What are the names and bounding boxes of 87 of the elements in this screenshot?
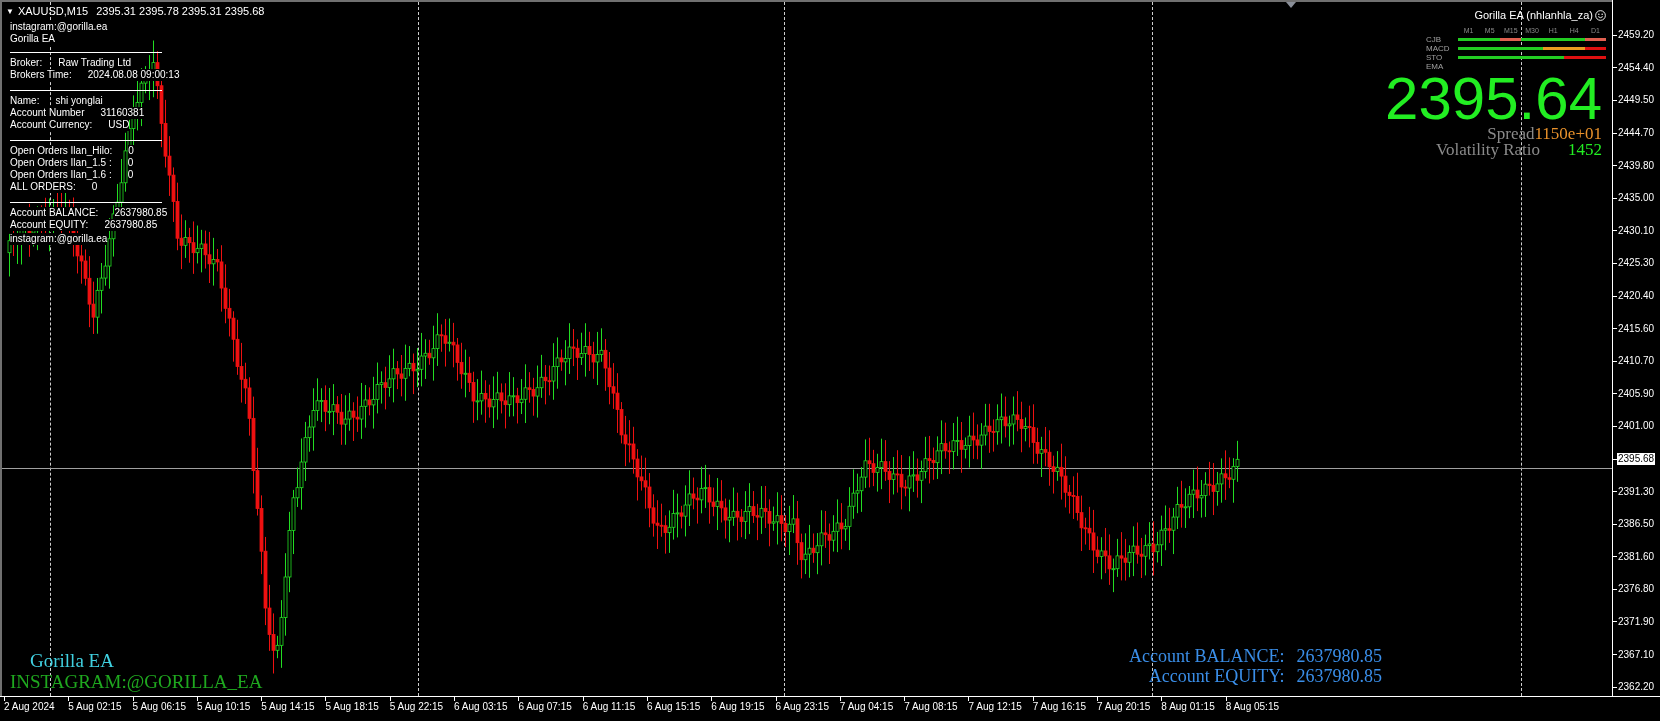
price-tick-label: 2459.20 <box>1618 29 1655 42</box>
time-tick-label: 7 Aug 08:15 <box>904 701 959 713</box>
current-price: 2395.64 <box>1385 71 1603 126</box>
time-tick-label: 7 Aug 12:15 <box>968 701 1023 713</box>
info-label: Open Orders Ilan_1.5 : <box>10 157 112 169</box>
time-tick-label: 2 Aug 2024 <box>4 701 56 713</box>
time-tick-label: 5 Aug 22:15 <box>389 701 445 713</box>
info-value: 2024.08.08 09:00:13 <box>87 69 180 81</box>
info-label: Open Orders Ilan_1.6 : <box>10 169 112 181</box>
price-tick-label: 2381.60 <box>1618 550 1655 563</box>
time-tick-label: 7 Aug 04:15 <box>839 701 895 713</box>
price-tick-label: 2430.10 <box>1618 224 1655 237</box>
price-tick-label: 2425.30 <box>1618 257 1655 270</box>
price-tick-label: 2386.50 <box>1618 518 1655 531</box>
account-label: Account EQUITY: <box>1148 666 1285 686</box>
info-text: instagram:@gorilla.ea <box>10 21 108 33</box>
time-tick-label: 5 Aug 14:15 <box>261 701 316 713</box>
time-tick-label: 5 Aug 02:15 <box>68 701 123 713</box>
info-label: Broker: <box>10 57 43 69</box>
info-label: Account Number <box>10 107 85 119</box>
current-price-label: 2395.68 <box>1617 453 1656 465</box>
price-tick-label: 2454.40 <box>1618 61 1655 74</box>
price-tick-label: 2410.70 <box>1618 355 1655 368</box>
price-tick-label: 2449.50 <box>1618 94 1655 107</box>
instagram-text: INSTAGRAM:@GORILLA_EA <box>10 671 263 692</box>
ea-name: Gorilla EA <box>29 650 115 671</box>
indicator-label: EMA <box>1426 61 1445 71</box>
info-value: 0 <box>127 157 134 169</box>
time-tick-label: 8 Aug 05:15 <box>1225 701 1281 713</box>
price-tick-label: 2401.00 <box>1618 420 1655 433</box>
spread-label: Spread <box>1487 125 1535 142</box>
indicator-label: MACD <box>1426 43 1451 53</box>
info-value: shi yonglai <box>55 95 103 107</box>
account-value: 2637980.85 <box>1296 646 1382 666</box>
time-tick-label: 6 Aug 15:15 <box>646 701 702 713</box>
price-tick-label: 2376.80 <box>1618 583 1655 596</box>
price-tick-label: 2435.00 <box>1618 192 1655 205</box>
time-tick-label: 6 Aug 07:15 <box>518 701 573 713</box>
price-tick-label: 2439.80 <box>1618 159 1655 172</box>
info-text: Gorilla EA <box>10 33 55 45</box>
time-tick-label: 5 Aug 18:15 <box>325 701 380 713</box>
price-tick-label: 2405.90 <box>1618 387 1655 400</box>
volatility-value: 1452 <box>1568 141 1602 158</box>
info-label: ALL ORDERS: <box>10 181 76 193</box>
smiley-icon <box>1595 9 1606 21</box>
info-value: 2637980.85 <box>104 219 158 231</box>
time-tick-label: 6 Aug 03:15 <box>454 701 509 713</box>
price-tick-label: 2362.20 <box>1618 681 1655 694</box>
info-value: 31160381 <box>100 107 145 119</box>
info-label: Account BALANCE: <box>10 207 99 219</box>
info-label: Account Currency: <box>10 119 93 131</box>
time-tick-label: 6 Aug 11:15 <box>582 701 637 713</box>
price-tick-label: 2367.10 <box>1618 648 1655 661</box>
info-label: Brokers Time: <box>10 69 72 81</box>
time-tick-label: 6 Aug 19:15 <box>711 701 766 713</box>
price-tick-label: 2420.40 <box>1618 290 1655 303</box>
info-label: Open Orders Ilan_Hilo: <box>10 145 113 157</box>
ea-title: Gorilla EA (nhlanhla_za) <box>1474 8 1593 23</box>
price-tick-label: 2371.90 <box>1618 616 1655 628</box>
time-tick-label: 7 Aug 16:15 <box>1032 701 1088 713</box>
info-value: 0 <box>127 169 134 181</box>
info-value: USD <box>108 119 130 131</box>
quote-values: 2395.31 2395.78 2395.31 2395.68 <box>96 5 265 18</box>
collapse-arrow[interactable]: ▼ <box>6 5 14 18</box>
indicator-label: STO <box>1426 52 1444 62</box>
time-tick-label: 8 Aug 01:15 <box>1161 701 1216 713</box>
spread-value: 1150e+01 <box>1534 125 1602 142</box>
volatility-label: Volatility Ratio <box>1435 141 1540 158</box>
info-value: 0 <box>91 181 98 193</box>
time-tick-label: 6 Aug 23:15 <box>775 701 830 713</box>
indicator-label: CJB <box>1426 34 1443 44</box>
price-tick-label: 2444.70 <box>1618 127 1655 140</box>
time-tick-label: 5 Aug 10:15 <box>196 701 252 713</box>
info-label: Name: <box>10 95 40 107</box>
time-tick-label: 5 Aug 06:15 <box>132 701 187 713</box>
triangle-marker-icon <box>1286 2 1296 8</box>
symbol-label: XAUUSD,M15 <box>17 5 89 18</box>
price-tick-label: 2391.30 <box>1618 485 1655 498</box>
price-tick-label: 2415.60 <box>1618 322 1655 335</box>
account-value: 2637980.85 <box>1296 666 1382 686</box>
time-tick-label: 7 Aug 20:15 <box>1097 701 1152 713</box>
info-label: Account EQUITY: <box>10 219 89 231</box>
info-value: Raw Trading Ltd <box>58 57 132 69</box>
info-value: 0 <box>128 145 134 157</box>
info-text: instagram:@gorilla.ea <box>10 233 108 245</box>
account-label: Account BALANCE: <box>1129 646 1285 666</box>
info-value: 2637980.85 <box>114 207 168 219</box>
